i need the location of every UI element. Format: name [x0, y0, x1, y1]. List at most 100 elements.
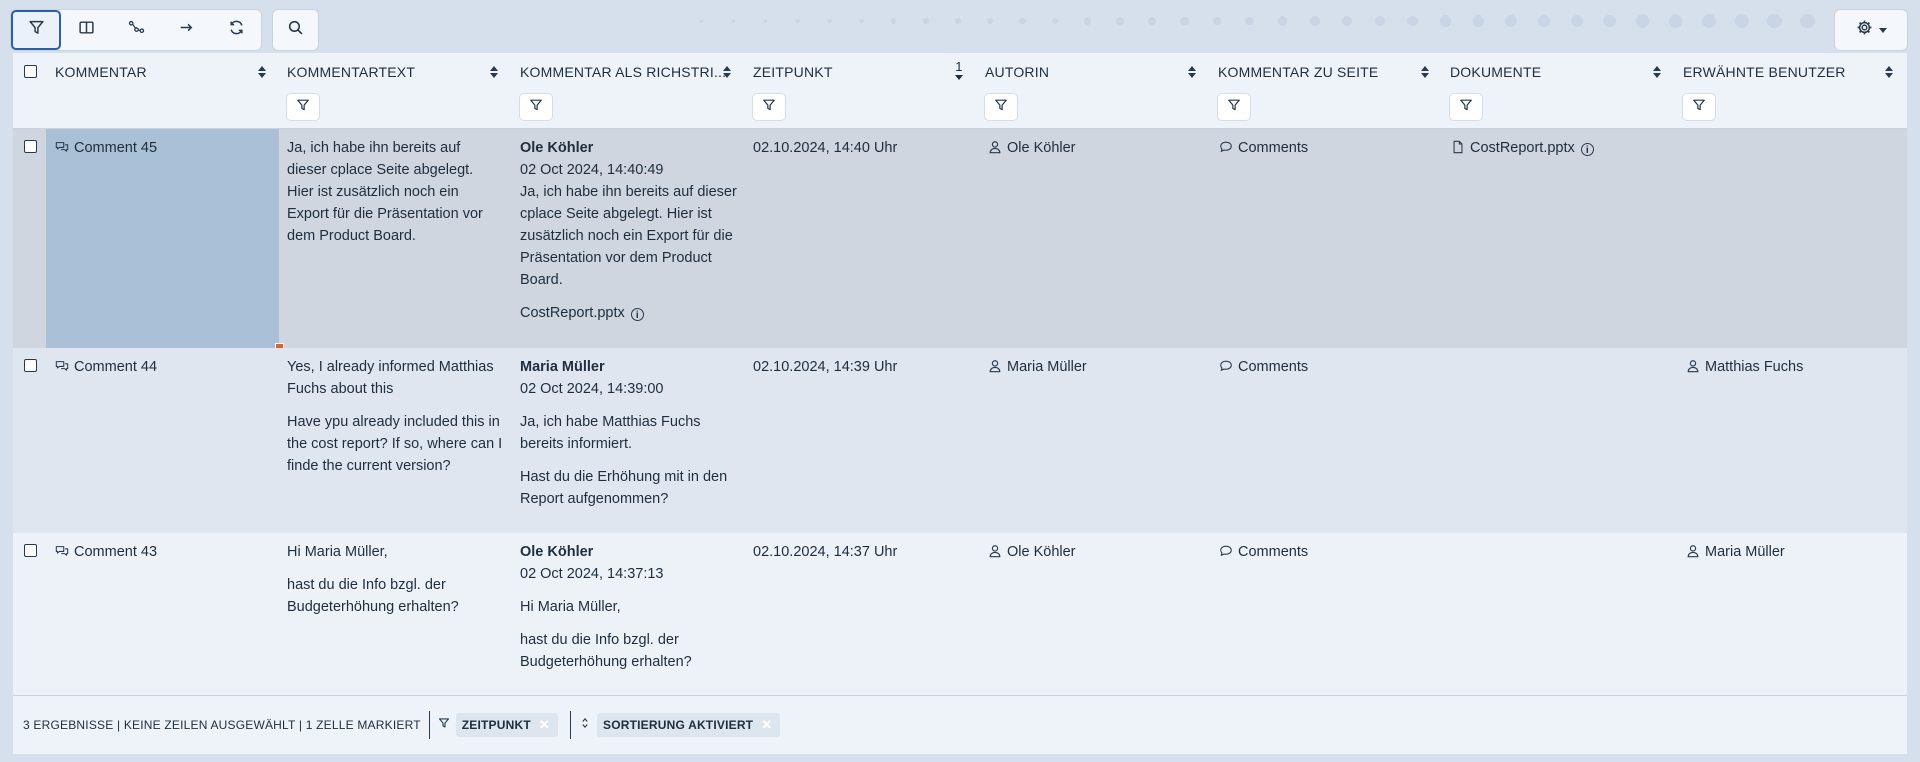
- comment-text: Have ypu already included this in the co…: [287, 414, 503, 474]
- filter-button-dokumente[interactable]: [1450, 94, 1482, 120]
- sort-icon[interactable]: [490, 66, 498, 78]
- cell-richstring: Ole Köhler 02 Oct 2024, 14:40:49 Ja, ich…: [520, 129, 745, 348]
- background-dot: [1800, 13, 1816, 29]
- column-header-kommentartext[interactable]: KOMMENTARTEXT: [287, 53, 512, 91]
- cell-zeitpunkt: 02.10.2024, 14:37 Uhr: [753, 533, 978, 695]
- view-toolbar-group: [11, 10, 261, 50]
- columns-button[interactable]: [61, 10, 111, 50]
- cell-kommentar[interactable]: Comment 44: [55, 348, 280, 533]
- info-icon[interactable]: i: [630, 308, 644, 321]
- filter-button-richstring[interactable]: [520, 94, 552, 120]
- column-header-autorin[interactable]: AUTORIN: [985, 53, 1210, 91]
- cell-seite[interactable]: Comments: [1219, 533, 1439, 695]
- background-dot: [1212, 16, 1222, 26]
- sort-icon[interactable]: [1885, 66, 1893, 78]
- row-checkbox[interactable]: [24, 544, 37, 557]
- sort-icon[interactable]: [723, 66, 731, 78]
- author-name: Ole Köhler: [1007, 140, 1076, 156]
- cell-dokumente[interactable]: CostReport.pptx i: [1451, 129, 1671, 348]
- sort-icon[interactable]: [1188, 66, 1196, 78]
- filter-button-zeitpunkt[interactable]: [753, 94, 785, 120]
- filter-toggle-button[interactable]: [11, 10, 61, 50]
- arrow-right-icon: [178, 19, 195, 41]
- search-button-inner[interactable]: [273, 10, 318, 50]
- sort-icon[interactable]: [1653, 66, 1661, 78]
- table-row[interactable]: Comment 43 Hi Maria Müller, hast du die …: [13, 533, 1907, 695]
- column-header-zeitpunkt[interactable]: ZEITPUNKT 1: [753, 53, 978, 91]
- rich-date: 02 Oct 2024, 14:37:13: [520, 566, 664, 582]
- user-icon: [1686, 543, 1700, 558]
- column-header-erwaehnte-benutzer[interactable]: ERWÄHNTE BENUTZER: [1683, 53, 1907, 91]
- columns-icon: [78, 19, 95, 41]
- sort-icon: [579, 716, 591, 734]
- background-dot: [1083, 17, 1091, 25]
- settings-button[interactable]: [1835, 10, 1907, 50]
- info-icon[interactable]: i: [1580, 143, 1594, 156]
- column-header-seite[interactable]: KOMMENTAR ZU SEITE: [1218, 53, 1443, 91]
- refresh-icon: [228, 19, 245, 41]
- cell-seite[interactable]: Comments: [1219, 348, 1439, 533]
- column-header-label: KOMMENTAR: [55, 64, 147, 80]
- column-header-dokumente[interactable]: DOKUMENTE: [1450, 53, 1675, 91]
- comment-link[interactable]: Comment 45: [55, 140, 157, 156]
- user-icon: [1686, 358, 1700, 373]
- row-checkbox[interactable]: [24, 140, 37, 153]
- column-header-label: KOMMENTAR ZU SEITE: [1218, 64, 1379, 80]
- rich-attachment[interactable]: CostReport.pptx i: [520, 302, 745, 324]
- background-dot: [827, 18, 832, 24]
- sort-icon[interactable]: [258, 66, 266, 78]
- sort-chip[interactable]: SORTIERUNG AKTIVIERT ✕: [596, 713, 781, 737]
- background-dot: [1019, 17, 1026, 25]
- cell-erwaehnte-benutzer[interactable]: Maria Müller: [1686, 533, 1901, 695]
- attachment-name: CostReport.pptx: [520, 305, 625, 321]
- table-row[interactable]: Comment 44 Yes, I already informed Matth…: [13, 348, 1907, 533]
- background-dot: [1051, 17, 1059, 25]
- comments-icon: [55, 358, 69, 372]
- background-dot: [1277, 16, 1287, 26]
- background-dot: [923, 18, 929, 24]
- cell-autorin[interactable]: Maria Müller: [988, 348, 1208, 533]
- filter-button-autorin[interactable]: [985, 94, 1017, 120]
- search-button[interactable]: [273, 10, 318, 50]
- select-all-checkbox[interactable]: [24, 65, 37, 78]
- cell-autorin[interactable]: Ole Köhler: [988, 533, 1208, 695]
- navigate-button[interactable]: [161, 10, 211, 50]
- background-dot: [1767, 13, 1782, 29]
- user-icon: [988, 543, 1002, 558]
- close-icon[interactable]: ✕: [539, 717, 550, 733]
- background-dot: [1668, 14, 1683, 28]
- refresh-button[interactable]: [211, 10, 261, 50]
- result-summary: 3 ERGEBNISSE | KEINE ZEILEN AUSGEWÄHLT |…: [23, 718, 421, 732]
- background-dot: [1636, 14, 1650, 28]
- filter-button-seite[interactable]: [1218, 94, 1250, 120]
- comment-text: Yes, I already informed Matthias Fuchs a…: [287, 359, 494, 397]
- table-row[interactable]: Comment 45 Ja, ich habe ihn bereits auf …: [13, 129, 1907, 352]
- comment-link[interactable]: Comment 44: [55, 359, 157, 375]
- table-footer: 3 ERGEBNISSE | KEINE ZEILEN AUSGEWÄHLT |…: [13, 695, 1907, 754]
- table-header: KOMMENTAR KOMMENTARTEXT KOMMENTAR ALS RI…: [13, 53, 1907, 129]
- gear-icon: [1856, 19, 1873, 41]
- filter-button-erwaehnte-benutzer[interactable]: [1683, 94, 1715, 120]
- column-header-kommentar[interactable]: KOMMENTAR: [55, 53, 280, 91]
- cell-erwaehnte-benutzer[interactable]: Matthias Fuchs: [1686, 348, 1901, 533]
- cell-autorin[interactable]: Ole Köhler: [988, 129, 1208, 348]
- cell-kommentar[interactable]: Comment 45: [46, 129, 284, 352]
- row-checkbox[interactable]: [24, 359, 37, 372]
- close-icon[interactable]: ✕: [761, 717, 772, 733]
- sort-icon[interactable]: [1421, 66, 1429, 78]
- author-name: Maria Müller: [1007, 359, 1087, 375]
- filter-button-kommentartext[interactable]: [287, 94, 319, 120]
- cell-seite[interactable]: Comments: [1219, 129, 1439, 348]
- relations-button[interactable]: [111, 10, 161, 50]
- column-header-label: AUTORIN: [985, 64, 1050, 80]
- cell-kommentar[interactable]: Comment 43: [55, 533, 280, 695]
- column-header-richstring[interactable]: KOMMENTAR ALS RICHSTRI...: [520, 53, 745, 91]
- cell-kommentartext: Ja, ich habe ihn bereits auf dieser cpla…: [287, 129, 502, 348]
- sort-descending-icon[interactable]: 1: [954, 59, 964, 80]
- rich-author: Ole Köhler: [520, 140, 594, 156]
- comment-name: Comment 45: [74, 140, 158, 156]
- mentioned-user: Maria Müller: [1705, 544, 1785, 560]
- filter-chip[interactable]: ZEITPUNKT ✕: [455, 713, 558, 737]
- background-dot: [1309, 16, 1320, 26]
- comment-link[interactable]: Comment 43: [55, 544, 157, 560]
